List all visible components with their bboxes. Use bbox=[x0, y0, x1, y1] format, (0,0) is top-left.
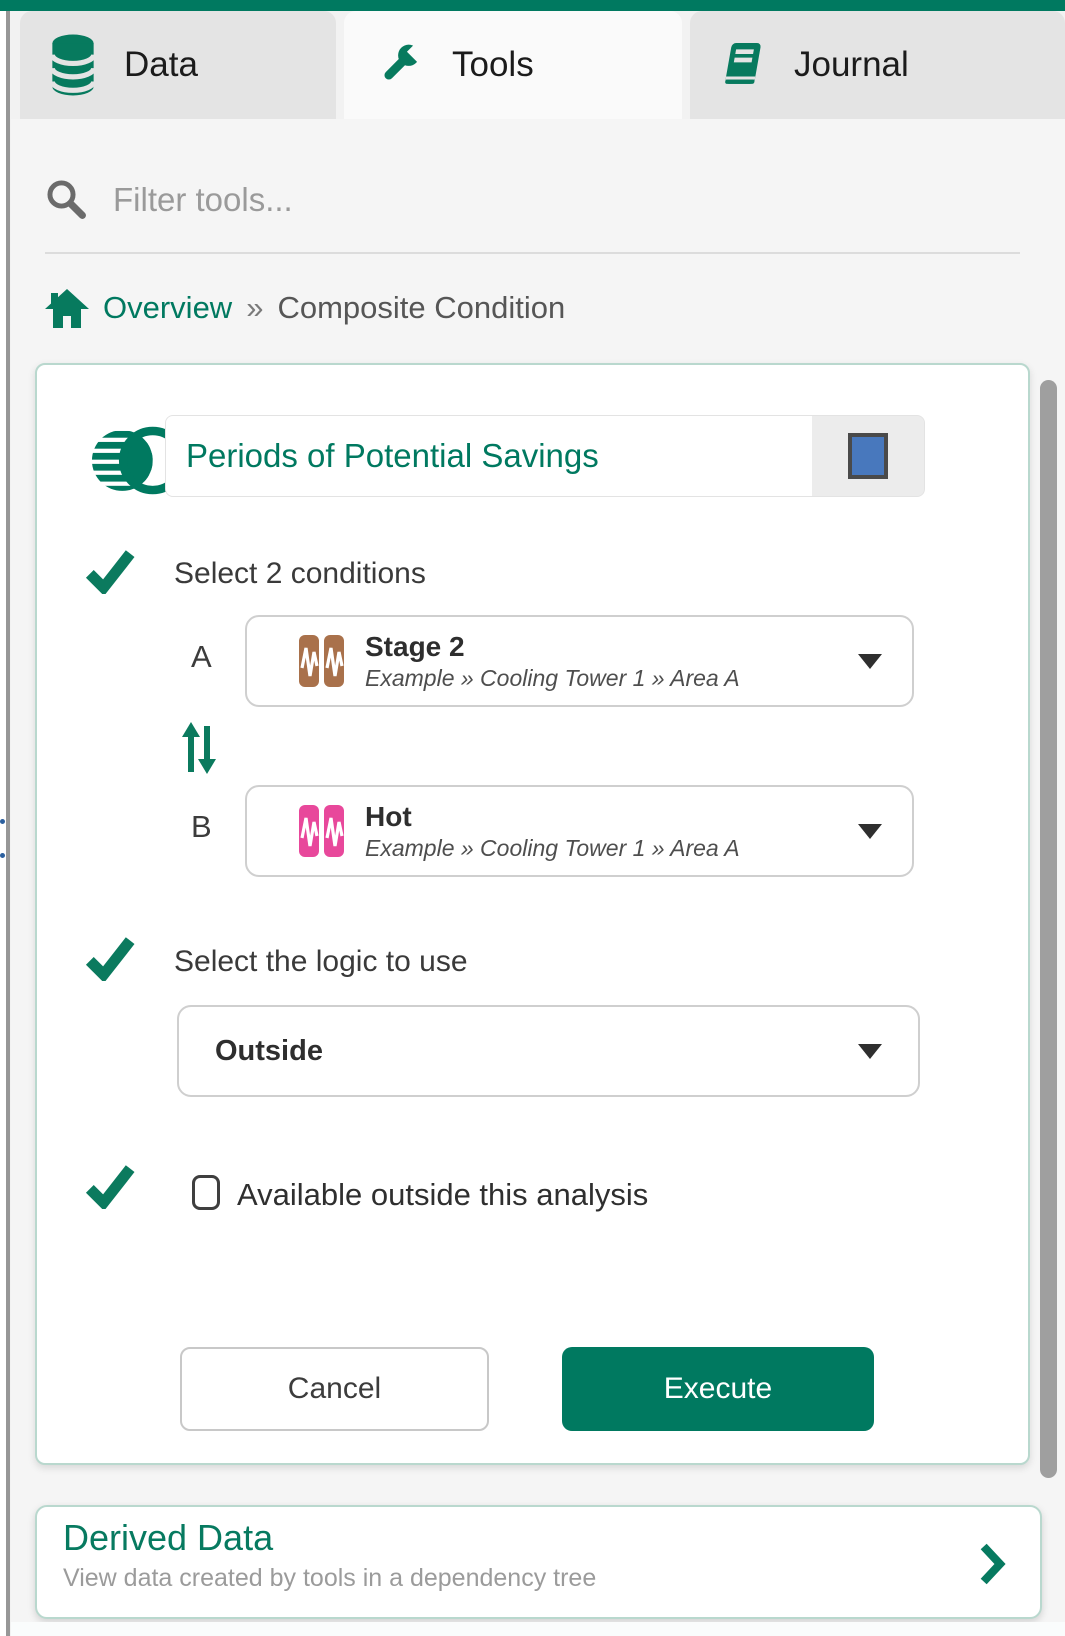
tab-data[interactable]: Data bbox=[20, 11, 336, 119]
condition-name-group bbox=[165, 415, 925, 497]
condition-a-text: Stage 2 Example » Cooling Tower 1 » Area… bbox=[365, 631, 838, 692]
search-icon bbox=[45, 178, 89, 222]
caret-down-icon bbox=[858, 1044, 882, 1059]
chevron-right-icon bbox=[980, 1543, 1006, 1585]
tab-tools-label: Tools bbox=[452, 45, 534, 85]
database-icon bbox=[50, 33, 96, 97]
condition-a-select[interactable]: Stage 2 Example » Cooling Tower 1 » Area… bbox=[245, 615, 914, 707]
execute-button[interactable]: Execute bbox=[562, 1347, 874, 1431]
journal-icon bbox=[720, 39, 766, 91]
condition-capsules-icon bbox=[299, 804, 345, 858]
breadcrumb-overview-link[interactable]: Overview bbox=[103, 290, 232, 326]
condition-a-name: Stage 2 bbox=[365, 631, 838, 663]
condition-b-path: Example » Cooling Tower 1 » Area A bbox=[365, 835, 838, 861]
check-icon bbox=[85, 550, 135, 594]
wrench-icon bbox=[374, 40, 424, 90]
tab-journal[interactable]: Journal bbox=[690, 11, 1065, 119]
panel-resize-handle[interactable] bbox=[0, 11, 10, 1636]
cancel-button[interactable]: Cancel bbox=[180, 1347, 489, 1431]
derived-data-title: Derived Data bbox=[63, 1515, 1014, 1562]
check-icon bbox=[85, 937, 135, 981]
step-logic-label: Select the logic to use bbox=[174, 945, 468, 979]
home-icon[interactable] bbox=[45, 287, 89, 329]
condition-b-select[interactable]: Hot Example » Cooling Tower 1 » Area A bbox=[245, 785, 914, 877]
tab-data-label: Data bbox=[124, 45, 198, 85]
condition-b-text: Hot Example » Cooling Tower 1 » Area A bbox=[365, 801, 838, 862]
composite-condition-card: Select 2 conditions A Stage 2 Example » … bbox=[35, 363, 1030, 1465]
scrollbar-thumb[interactable] bbox=[1040, 380, 1057, 1478]
derived-data-subtitle: View data created by tools in a dependen… bbox=[63, 1564, 1014, 1593]
condition-a-slot-label: A bbox=[191, 639, 212, 675]
color-picker-area bbox=[812, 416, 924, 496]
condition-b-slot-label: B bbox=[191, 809, 212, 845]
bottom-strip bbox=[11, 1622, 1065, 1636]
caret-down-icon bbox=[858, 654, 882, 669]
swap-conditions-icon[interactable] bbox=[179, 722, 219, 774]
check-icon bbox=[85, 1165, 135, 1209]
step-conditions-label: Select 2 conditions bbox=[174, 557, 426, 591]
derived-data-card[interactable]: Derived Data View data created by tools … bbox=[35, 1505, 1042, 1619]
condition-b-name: Hot bbox=[365, 801, 838, 833]
available-outside-label: Available outside this analysis bbox=[237, 1177, 648, 1213]
breadcrumb-current: Composite Condition bbox=[277, 290, 565, 326]
breadcrumb: Overview » Composite Condition bbox=[45, 282, 565, 334]
grip-dot bbox=[0, 819, 5, 824]
logic-select[interactable]: Outside bbox=[177, 1005, 920, 1097]
filter-tools-input[interactable] bbox=[111, 180, 1005, 220]
logic-selected-value: Outside bbox=[215, 1035, 323, 1068]
condition-name-input[interactable] bbox=[166, 416, 812, 496]
available-outside-checkbox[interactable] bbox=[192, 1175, 220, 1210]
top-accent-bar bbox=[0, 0, 1065, 11]
tab-journal-label: Journal bbox=[794, 45, 909, 85]
condition-capsules-icon bbox=[299, 634, 345, 688]
tab-tools[interactable]: Tools bbox=[344, 11, 682, 119]
divider bbox=[45, 252, 1020, 254]
grip-dot bbox=[0, 853, 5, 858]
breadcrumb-separator: » bbox=[246, 290, 263, 326]
tab-bar: Data Tools Journal bbox=[11, 11, 1065, 119]
condition-a-path: Example » Cooling Tower 1 » Area A bbox=[365, 665, 838, 691]
caret-down-icon bbox=[858, 824, 882, 839]
filter-tools-row bbox=[45, 168, 1005, 232]
color-swatch[interactable] bbox=[848, 433, 888, 479]
